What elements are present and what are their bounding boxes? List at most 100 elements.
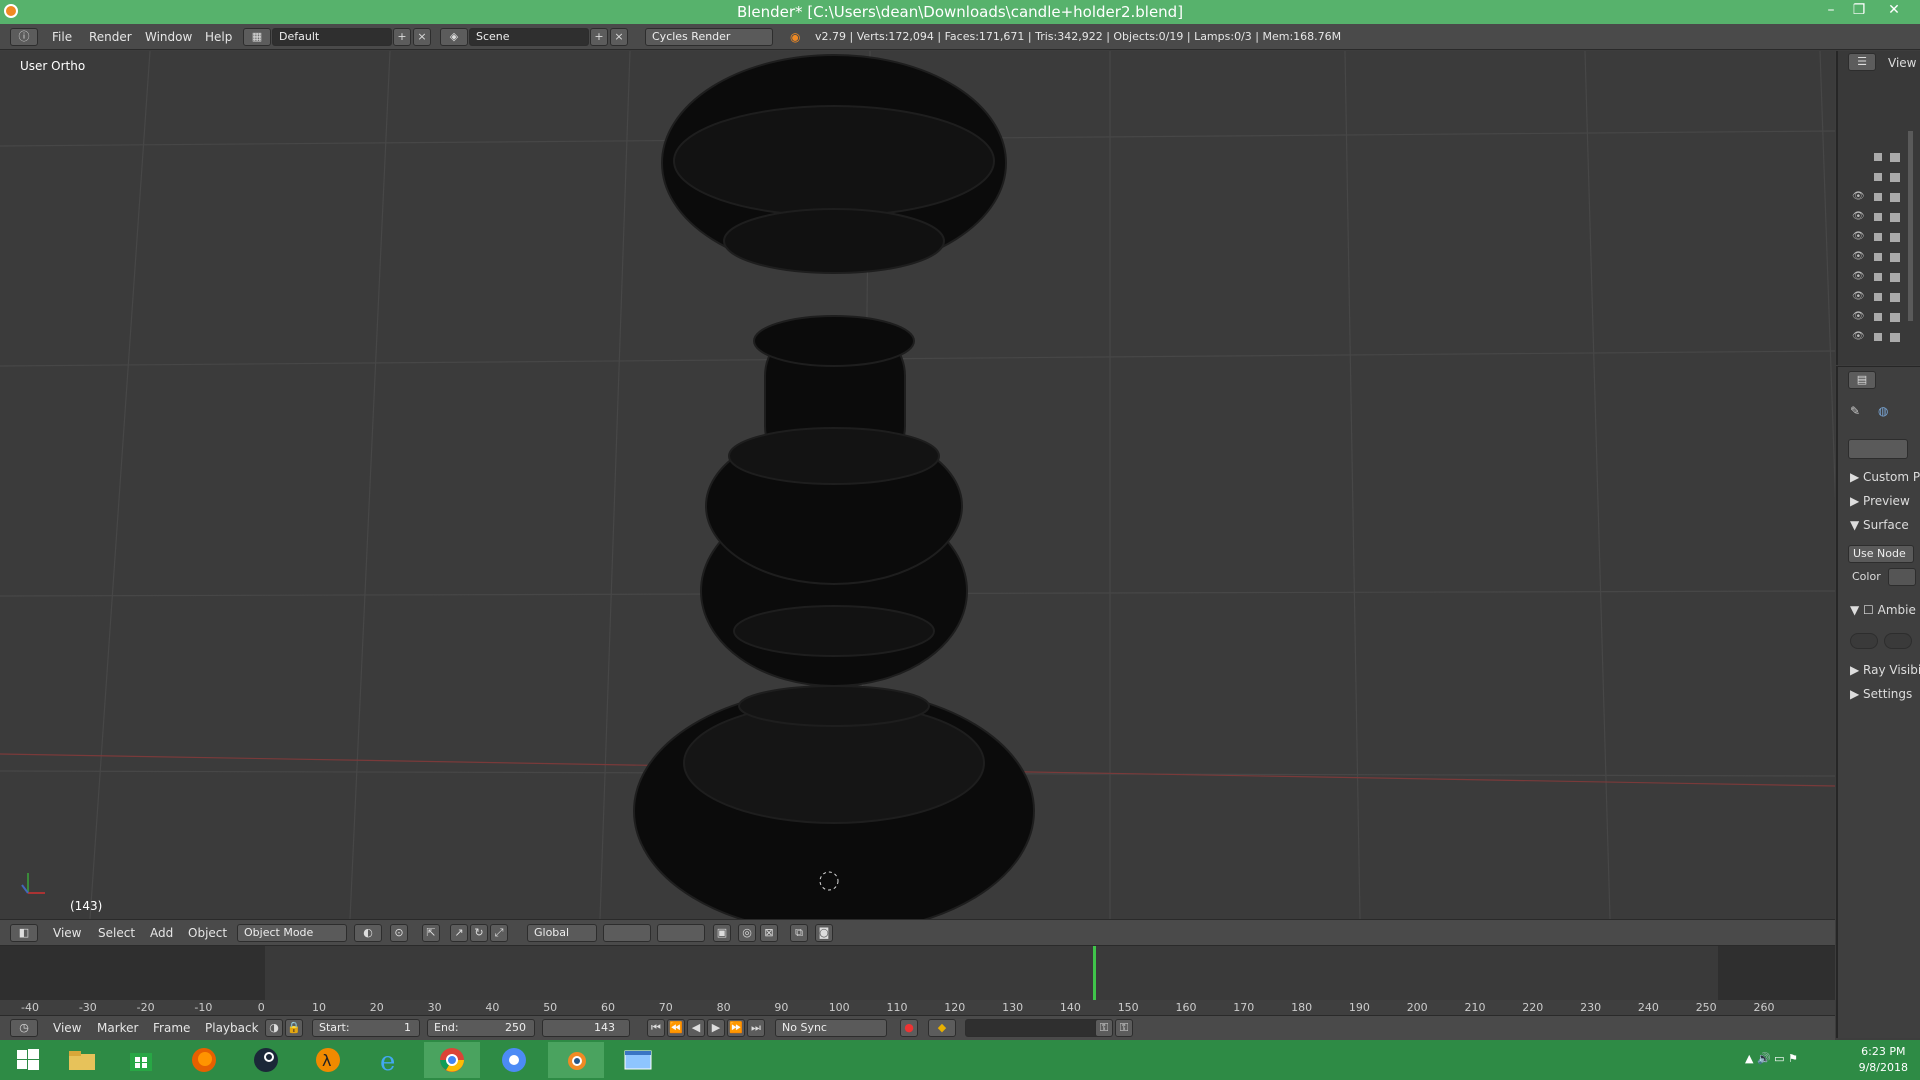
menu-add[interactable]: Add	[150, 924, 173, 942]
timeline-menu-view[interactable]: View	[53, 1019, 81, 1037]
minimize-button[interactable]: –	[1817, 0, 1845, 22]
orientation-select[interactable]: Global	[527, 924, 597, 942]
menu-render[interactable]: Render	[89, 28, 132, 46]
jump-end-icon[interactable]: ⏭	[747, 1019, 765, 1037]
blender-logo-icon: ◉	[790, 30, 801, 44]
timeline-header: ◷ View Marker Frame Playback ◑ 🔒 Start: 1…	[0, 1015, 1835, 1040]
end-frame-field[interactable]: End: 250	[427, 1019, 535, 1037]
window-app-icon[interactable]	[610, 1042, 666, 1078]
timeline-tick-label: -30	[78, 1001, 97, 1014]
scene-field[interactable]: Scene	[469, 28, 589, 46]
menu-file[interactable]: File	[52, 28, 72, 46]
close-button[interactable]: ✕	[1880, 0, 1908, 22]
insert-keyframe-icon[interactable]: ⚿	[1095, 1019, 1113, 1037]
menu-select[interactable]: Select	[98, 924, 135, 942]
chrome-alt-icon[interactable]	[486, 1042, 542, 1078]
steam-icon[interactable]	[238, 1042, 294, 1078]
manipulator-icon[interactable]: ⇱	[422, 924, 440, 942]
window-title-bar: Blender* [C:\Users\dean\Downloads\candle…	[0, 0, 1920, 24]
timeline-type-icon[interactable]: ◷	[10, 1019, 38, 1037]
panel-custom-properties[interactable]: ▶ Custom Pr	[1850, 470, 1920, 484]
current-frame-field[interactable]: 143	[542, 1019, 630, 1037]
store-icon[interactable]	[113, 1042, 169, 1078]
render-preview-icon[interactable]: ⧉	[790, 924, 808, 942]
half-life-icon[interactable]: λ	[300, 1042, 356, 1078]
start-icon[interactable]	[0, 1042, 56, 1078]
screen-layout-icon[interactable]: ▦	[243, 28, 271, 46]
delete-keyframe-icon[interactable]: ⚿	[1115, 1019, 1133, 1037]
panel-preview[interactable]: ▶ Preview	[1850, 494, 1910, 508]
screen-layout-field[interactable]: Default	[272, 28, 392, 46]
prev-keyframe-icon[interactable]: ⏪	[667, 1019, 685, 1037]
internet-explorer-icon[interactable]: e	[362, 1042, 418, 1078]
record-icon[interactable]: ●	[900, 1019, 918, 1037]
panel-settings[interactable]: ▶ Settings	[1850, 687, 1912, 701]
restore-button[interactable]: ❐	[1845, 0, 1873, 22]
material-slot-field[interactable]	[1848, 439, 1908, 459]
scene-icon[interactable]: ◈	[440, 28, 468, 46]
outliner-panel[interactable]: ☰ View 👁 👁 👁 👁 👁 👁 👁 👁	[1836, 51, 1920, 365]
menu-window[interactable]: Window	[145, 28, 192, 46]
timeline-tick-label: -20	[136, 1001, 155, 1014]
ambient-toggle-a[interactable]	[1850, 633, 1878, 649]
tray-icons[interactable]: ▲ 🔊 ▭ ⚑	[1745, 1052, 1798, 1065]
proportional-edit-icon[interactable]: ◎	[738, 924, 756, 942]
panel-surface[interactable]: ▼ Surface	[1850, 518, 1909, 532]
scale-icon[interactable]: ⤢	[490, 924, 508, 942]
play-reverse-icon[interactable]: ◀	[687, 1019, 705, 1037]
timeline-menu-frame[interactable]: Frame	[153, 1019, 190, 1037]
use-nodes-button[interactable]: Use Node	[1848, 545, 1914, 563]
render-engine-select[interactable]: Cycles Render	[645, 28, 773, 46]
system-clock[interactable]: 6:23 PM 9/8/2018	[1859, 1044, 1908, 1076]
color-swatch[interactable]	[1888, 568, 1916, 586]
timeline-menu-playback[interactable]: Playback	[205, 1019, 259, 1037]
ambient-toggle-b[interactable]	[1884, 633, 1912, 649]
svg-text:λ: λ	[322, 1051, 331, 1070]
properties-panel[interactable]: ▤ ✎ ◍ ▶ Custom Pr ▶ Preview ▼ Surface Us…	[1836, 366, 1920, 1038]
timeline-area[interactable]	[0, 945, 1835, 1016]
outliner-view-menu[interactable]: View	[1888, 56, 1916, 70]
camera-icon[interactable]: ◙	[815, 924, 833, 942]
editor-type-icon[interactable]: ⓘ	[10, 28, 38, 46]
menu-object[interactable]: Object	[188, 924, 227, 942]
next-keyframe-icon[interactable]: ⏩	[727, 1019, 745, 1037]
chrome-icon[interactable]	[424, 1042, 480, 1078]
timeline-tick-label: 30	[427, 1001, 442, 1014]
3d-viewport[interactable]: User Ortho (143)	[0, 51, 1835, 919]
add-scene-icon[interactable]: +	[590, 28, 608, 46]
snap-icon[interactable]: ⊠	[760, 924, 778, 942]
jump-start-icon[interactable]: ⏮	[647, 1019, 665, 1037]
keying-set-icon[interactable]: ◆	[928, 1019, 956, 1037]
brush-icon[interactable]: ✎	[1850, 404, 1860, 418]
preview-range-icon[interactable]: ◑	[265, 1019, 283, 1037]
start-frame-field[interactable]: Start: 1	[312, 1019, 420, 1037]
material-sphere-icon[interactable]: ◍	[1878, 404, 1888, 418]
shading-icon[interactable]: ◐	[354, 924, 382, 942]
add-layout-icon[interactable]: +	[393, 28, 411, 46]
pivot-icon[interactable]: ⊙	[390, 924, 408, 942]
layers-grid-b[interactable]	[657, 924, 705, 942]
menu-help[interactable]: Help	[205, 28, 232, 46]
lock-icon[interactable]: 🔒	[285, 1019, 303, 1037]
viewport-type-icon[interactable]: ◧	[10, 924, 38, 942]
properties-type-icon[interactable]: ▤	[1848, 371, 1876, 389]
play-icon[interactable]: ▶	[707, 1019, 725, 1037]
panel-ray-visibility[interactable]: ▶ Ray Visibi	[1850, 663, 1920, 677]
blender-icon[interactable]	[548, 1042, 604, 1078]
layers-grid-a[interactable]	[603, 924, 651, 942]
sync-select[interactable]: No Sync	[775, 1019, 887, 1037]
file-explorer-icon[interactable]	[54, 1042, 110, 1078]
remove-scene-icon[interactable]: ×	[610, 28, 628, 46]
keying-set-field[interactable]	[965, 1019, 1110, 1037]
rotate-icon[interactable]: ↻	[470, 924, 488, 942]
panel-ambient[interactable]: ▼ ☐ Ambie	[1850, 603, 1916, 617]
lock-layers-icon[interactable]: ▣	[713, 924, 731, 942]
start-value: 1	[404, 1021, 411, 1034]
firefox-icon[interactable]	[176, 1042, 232, 1078]
translate-icon[interactable]: ↗	[450, 924, 468, 942]
outliner-type-icon[interactable]: ☰	[1848, 53, 1876, 71]
remove-layout-icon[interactable]: ×	[413, 28, 431, 46]
menu-view[interactable]: View	[53, 924, 81, 942]
timeline-menu-marker[interactable]: Marker	[97, 1019, 138, 1037]
mode-select[interactable]: Object Mode	[237, 924, 347, 942]
